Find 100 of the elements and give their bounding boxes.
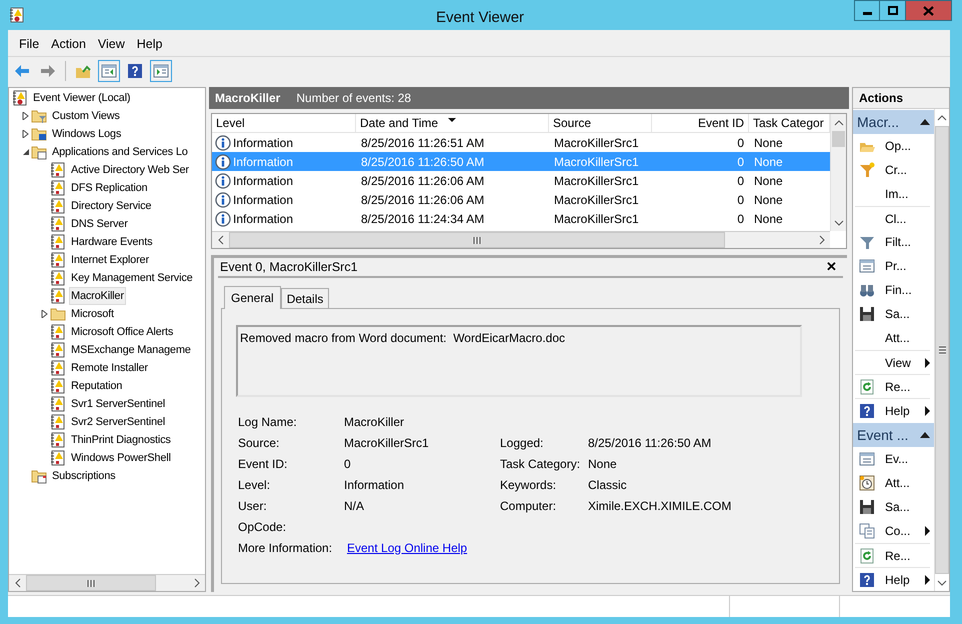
task-link[interactable]: Sa... xyxy=(879,498,930,516)
scrollbar-thumb[interactable] xyxy=(832,131,845,147)
menu-item[interactable]: Action xyxy=(46,34,91,54)
task-link[interactable]: Help xyxy=(879,567,930,591)
tree-item[interactable]: Hardware Events xyxy=(69,233,154,251)
task-link[interactable]: Co... xyxy=(879,522,930,540)
table-cell-text: MacroKillerSrc1 xyxy=(554,192,639,208)
table-cell-text: 8/25/2016 11:24:34 AM xyxy=(361,210,484,228)
tree-item[interactable]: ThinPrint Diagnostics xyxy=(69,431,173,449)
column-header[interactable]: Event ID xyxy=(652,114,749,132)
info-icon xyxy=(215,172,231,188)
table-cell-text: None xyxy=(754,134,783,152)
pane-icon xyxy=(153,63,169,79)
chevron-down-icon xyxy=(937,580,947,586)
task-link[interactable]: View xyxy=(879,350,930,374)
tree-item[interactable]: Microsoft Office Alerts xyxy=(69,323,176,341)
table-cell-text: MacroKillerSrc1 xyxy=(554,210,639,228)
menu-item[interactable]: Help xyxy=(132,34,168,54)
tree-item[interactable]: DNS Server xyxy=(69,215,130,233)
expand-arrow-icon[interactable] xyxy=(41,310,48,318)
scroll-up-button[interactable] xyxy=(935,109,949,126)
table-cell-text: 8/25/2016 11:26:06 AM xyxy=(361,192,484,208)
task-link[interactable]: Op... xyxy=(879,137,930,155)
task-link[interactable]: Ev... xyxy=(879,450,930,468)
tree-item[interactable]: Windows PowerShell xyxy=(69,449,173,467)
task-link[interactable]: Att... xyxy=(879,474,930,492)
tree-item[interactable]: Svr1 ServerSentinel xyxy=(69,395,168,413)
task-link[interactable]: Help xyxy=(879,398,930,422)
collapse-arrow-icon[interactable] xyxy=(22,148,30,156)
scrollbar-thumb[interactable] xyxy=(26,575,156,591)
table-cell-text: 8/25/2016 11:26:06 AM xyxy=(361,172,484,190)
task-link[interactable]: Cl... xyxy=(879,206,930,230)
event-row[interactable]: Information 8/25/2016 11:26:51 AM MacroKillerSrc1 0 None xyxy=(212,133,830,152)
event-row[interactable]: Information 8/25/2016 11:26:06 AM MacroKillerSrc1 0 None xyxy=(212,171,830,190)
expand-arrow-icon[interactable] xyxy=(22,112,29,120)
column-header[interactable]: Date and Time xyxy=(356,114,549,132)
help-link[interactable]: Event Log Online Help xyxy=(347,538,468,556)
tree-item[interactable]: Applications and Services Lo xyxy=(50,143,190,161)
task-link[interactable]: Re... xyxy=(879,543,930,567)
task-link[interactable]: Sa... xyxy=(879,305,930,323)
column-header[interactable]: Source xyxy=(549,114,652,132)
table-cell-text: 0 xyxy=(737,210,744,228)
tree-item[interactable]: Reputation xyxy=(69,377,124,395)
close-button[interactable]: ✕ xyxy=(820,257,843,277)
table-cell-text: Information xyxy=(233,134,294,152)
menu-item[interactable]: View xyxy=(92,34,130,54)
collapse-arrow-icon[interactable] xyxy=(920,432,930,438)
tree-item[interactable]: Svr2 ServerSentinel xyxy=(69,413,168,431)
column-header[interactable]: Level xyxy=(212,114,356,132)
tree-item[interactable]: Active Directory Web Ser xyxy=(69,161,191,179)
menu-item[interactable]: File xyxy=(14,34,44,54)
tree-item[interactable]: Subscriptions xyxy=(50,467,118,485)
collapse-arrow-icon[interactable] xyxy=(920,119,930,125)
event-row[interactable]: Information 8/25/2016 11:26:06 AM MacroKillerSrc1 0 None xyxy=(212,190,830,209)
scrollbar-thumb[interactable] xyxy=(935,126,949,574)
log-book-icon xyxy=(50,360,66,376)
refresh-icon xyxy=(859,378,875,394)
tree-item[interactable]: Key Management Service xyxy=(69,269,195,287)
log-book-icon xyxy=(50,198,66,214)
tree-item[interactable]: Microsoft xyxy=(69,305,116,323)
section-header[interactable]: Event ... xyxy=(853,423,934,447)
tree-item[interactable]: Custom Views xyxy=(50,107,122,125)
task-link[interactable]: Re... xyxy=(879,374,930,398)
scrollbar-thumb[interactable] xyxy=(229,232,726,248)
task-link[interactable]: Filt... xyxy=(879,233,930,251)
log-name: MacroKiller xyxy=(215,90,280,107)
close-button[interactable] xyxy=(906,0,952,21)
field-label: Level: xyxy=(238,476,272,494)
task-link[interactable]: Pr... xyxy=(879,257,930,275)
task-link[interactable]: Att... xyxy=(879,329,930,347)
table-cell-text: 8/25/2016 11:26:50 AM xyxy=(361,154,484,170)
task-link[interactable]: Fin... xyxy=(879,281,930,299)
chevron-up-icon xyxy=(937,114,947,120)
maximize-button[interactable] xyxy=(880,0,906,21)
tab[interactable]: General xyxy=(224,286,281,309)
tab[interactable]: Details xyxy=(280,288,330,308)
show-tree-button[interactable] xyxy=(98,60,120,82)
chevron-right-icon xyxy=(194,578,200,588)
tree-item[interactable]: Internet Explorer xyxy=(69,251,151,269)
chevron-up-icon xyxy=(834,120,844,126)
show-action-pane-button[interactable] xyxy=(150,60,172,82)
tree-item[interactable]: Windows Logs xyxy=(50,125,124,143)
pane-icon xyxy=(101,63,117,79)
table-cell-text: MacroKillerSrc1 xyxy=(554,154,639,170)
tree-item[interactable]: Remote Installer xyxy=(69,359,150,377)
expand-arrow-icon[interactable] xyxy=(22,130,29,138)
task-link[interactable]: Im... xyxy=(879,185,930,203)
tree-item[interactable]: MSExchange Manageme xyxy=(69,341,193,359)
tree-item[interactable]: Event Viewer (Local) xyxy=(31,89,132,107)
left-arrow-icon xyxy=(14,63,30,79)
tree-item[interactable]: MacroKiller xyxy=(69,287,126,305)
section-header[interactable]: Macr... xyxy=(853,110,934,134)
minimize-button[interactable] xyxy=(854,0,880,21)
event-count: Number of events: 28 xyxy=(296,90,412,107)
task-link[interactable]: Cr... xyxy=(879,161,930,179)
event-row[interactable]: Information 8/25/2016 11:24:34 AM MacroKillerSrc1 0 None xyxy=(212,209,830,228)
scroll-down-button[interactable] xyxy=(935,574,949,591)
tree-item[interactable]: Directory Service xyxy=(69,197,154,215)
log-book-icon xyxy=(50,180,66,196)
tree-item[interactable]: DFS Replication xyxy=(69,179,150,197)
